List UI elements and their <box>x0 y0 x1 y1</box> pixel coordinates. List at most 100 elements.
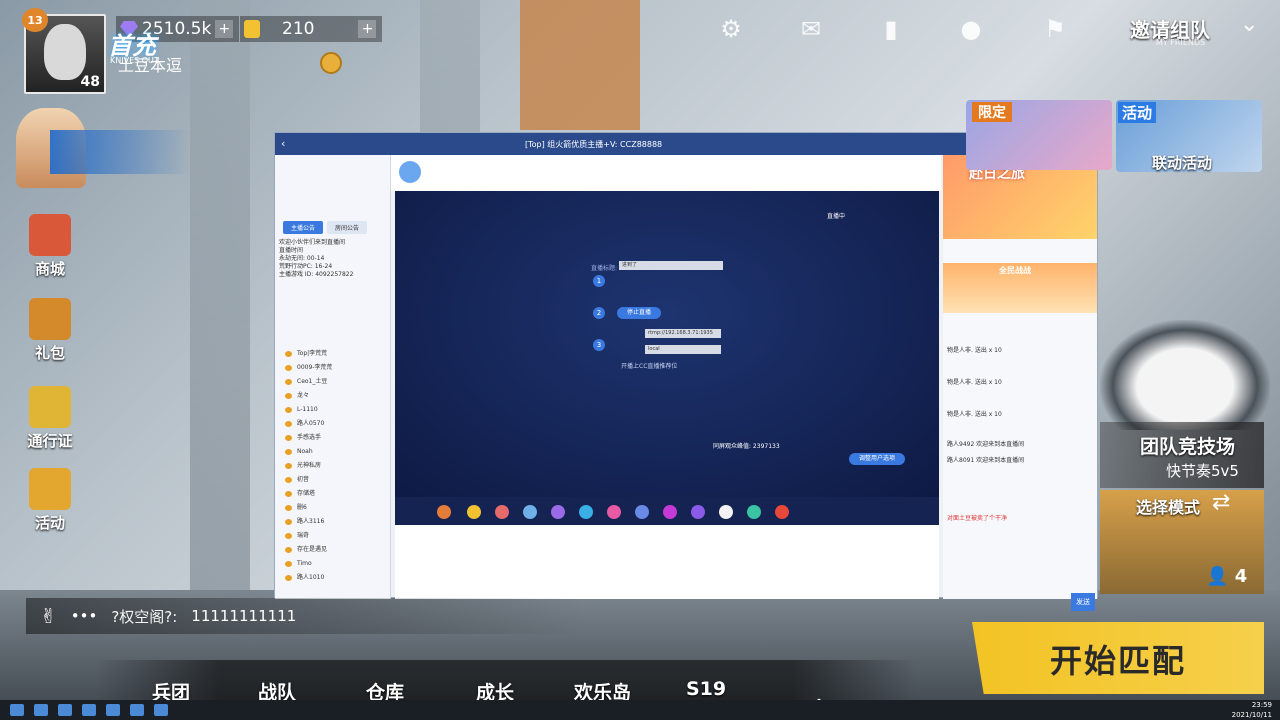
chat-row[interactable]: ✌ ••• ?权空阁?: 11111111111 <box>26 598 586 634</box>
tab-host-notice[interactable]: 主播公告 <box>283 221 324 234</box>
coin-amount: 210 <box>282 19 315 39</box>
list-item[interactable]: 瑞奇 <box>279 529 387 543</box>
search-icon[interactable] <box>34 704 48 716</box>
coin-counter[interactable]: 210 + <box>240 16 383 42</box>
gift-pack-icon <box>29 298 71 340</box>
swap-arrows-icon[interactable]: ⇄ <box>1212 490 1230 515</box>
app-icon[interactable] <box>82 704 96 716</box>
chat-message: 对面土豆被卖了个干净 <box>947 515 1008 522</box>
list-item[interactable]: Noah <box>279 445 387 459</box>
rank-panel[interactable]: 全民战战 <box>943 263 1097 313</box>
gear-icon[interactable]: ⚙ <box>716 14 746 44</box>
step-1-icon: 1 <box>593 275 605 287</box>
taskbar-clock[interactable]: 23:59 2021/10/11 <box>1232 700 1272 720</box>
live-stream-window[interactable]: ‹ [Top] 组火箭优质主播+V: CCZ88888 – □ ✕ 主播公告 房… <box>274 132 1098 611</box>
mail-icon[interactable]: ✉ <box>796 14 826 44</box>
os-taskbar: 23:59 2021/10/11 <box>0 700 1280 720</box>
list-item[interactable]: Ceo1_土豆 <box>279 375 387 389</box>
gift-icon[interactable] <box>747 505 761 519</box>
side-item-pass[interactable]: 通行证 <box>22 386 78 451</box>
first-charge-banner[interactable] <box>10 108 190 188</box>
gift-icon[interactable] <box>663 505 677 519</box>
gift-icon[interactable] <box>437 505 451 519</box>
gift-bar <box>395 497 939 525</box>
side-item-event[interactable]: 活动 <box>22 468 78 533</box>
notice-line: 荒野行动PC: 16-24 <box>279 263 333 270</box>
gift-icon[interactable] <box>691 505 705 519</box>
list-item[interactable]: 存储塔 <box>279 487 387 501</box>
side-item-shop[interactable]: 商城 <box>22 214 78 279</box>
stats-icon[interactable]: ▮ <box>876 14 906 44</box>
side-item-label: 通行证 <box>27 432 73 450</box>
live-status: 直播中 <box>827 213 846 220</box>
host-info-bar <box>391 155 941 191</box>
add-gems-icon[interactable]: + <box>215 20 234 38</box>
list-item[interactable]: L-1110 <box>279 403 387 417</box>
team-mode-title: 团队竞技场 <box>1140 436 1236 458</box>
gift-icon[interactable] <box>551 505 565 519</box>
peace-hand-icon[interactable]: ✌ <box>40 604 57 628</box>
list-item[interactable]: Top|李荒荒 <box>279 347 387 361</box>
sidebar-tabs: 主播公告 房间公告 <box>283 221 368 234</box>
gift-icon[interactable] <box>467 505 481 519</box>
add-coins-icon[interactable]: + <box>358 20 377 38</box>
window-title: [Top] 组火箭优质主播+V: CCZ88888 <box>525 140 663 149</box>
list-item[interactable]: 存在是遇见 <box>279 543 387 557</box>
viewer-list: Top|李荒荒 0009-李荒荒 Ceo1_土豆 龙々 L-1110 路人057… <box>279 347 387 585</box>
gift-icon[interactable] <box>635 505 649 519</box>
back-arrow-icon[interactable]: ‹ <box>281 137 285 150</box>
app-icon[interactable] <box>154 704 168 716</box>
gift-icon[interactable] <box>719 505 733 519</box>
flag-icon[interactable]: ⚑ <box>1040 14 1070 44</box>
avatar-level: 48 <box>80 74 100 90</box>
clock-time: 23:59 <box>1251 701 1272 709</box>
list-item[interactable]: 龙々 <box>279 389 387 403</box>
banner-backdrop <box>50 130 190 174</box>
notice-line: 永劫无间: 00-14 <box>279 255 325 262</box>
notice-line: 主播游戏 ID: 4092257822 <box>279 271 354 278</box>
clock-icon[interactable] <box>320 52 342 74</box>
list-item[interactable]: 0009-李荒荒 <box>279 361 387 375</box>
tab-room-notice[interactable]: 房间公告 <box>327 221 368 234</box>
nav-item-season[interactable]: S19 <box>686 678 726 700</box>
select-mode-label: 选择模式 <box>1136 498 1201 517</box>
invite-subtitle: MY FRIENDS <box>1156 38 1206 47</box>
gift-icon[interactable] <box>523 505 537 519</box>
side-item-gift[interactable]: 礼包 <box>22 298 78 363</box>
app-icon[interactable] <box>106 704 120 716</box>
chat-message: 11111111111 <box>191 607 297 625</box>
chat-message: 物是人非. 送出 x 10 <box>947 347 1002 354</box>
party-count: 👤 4 <box>1206 566 1248 587</box>
gift-icon[interactable] <box>579 505 593 519</box>
list-item[interactable]: 路人3116 <box>279 515 387 529</box>
send-button[interactable]: 发送 <box>1071 593 1095 611</box>
stream-title-field[interactable]: 进到了 <box>619 261 723 270</box>
stream-bottom-panel <box>395 525 939 599</box>
list-item[interactable]: 路人1010 <box>279 571 387 585</box>
gift-icon[interactable] <box>607 505 621 519</box>
chevron-down-icon[interactable]: ⌄ <box>1240 12 1258 37</box>
list-item[interactable]: 路人0570 <box>279 417 387 431</box>
host-avatar[interactable] <box>399 161 421 183</box>
chat-message: 路人9492 欢迎来到本直播间 <box>947 441 1025 448</box>
rtmp-url-field[interactable]: rtmp://192.168.3.71:1935 <box>645 329 721 338</box>
list-item[interactable]: Timo <box>279 557 387 571</box>
stream-key-field[interactable]: local <box>645 345 721 354</box>
list-item[interactable]: 初音 <box>279 473 387 487</box>
start-icon[interactable] <box>10 704 24 716</box>
viewer-peak: 同屏观众峰值: 2397133 <box>713 443 780 450</box>
list-item[interactable]: 删6 <box>279 501 387 515</box>
list-item[interactable]: 手感选手 <box>279 431 387 445</box>
side-item-label: 活动 <box>34 514 65 532</box>
list-item[interactable]: 光神私房 <box>279 459 387 473</box>
gift-icon[interactable] <box>775 505 789 519</box>
app-icon[interactable] <box>130 704 144 716</box>
recommend-checkbox-label[interactable]: 开播上CC直播推荐位 <box>621 361 677 370</box>
person-icon[interactable]: ● <box>956 14 986 44</box>
background-pillar <box>190 0 250 600</box>
gift-icon[interactable] <box>495 505 509 519</box>
more-icon[interactable]: ••• <box>71 607 98 625</box>
adjust-options-button[interactable]: 调整用户选项 <box>849 453 905 465</box>
stop-stream-button[interactable]: 停止直播 <box>617 307 661 319</box>
taskview-icon[interactable] <box>58 704 72 716</box>
